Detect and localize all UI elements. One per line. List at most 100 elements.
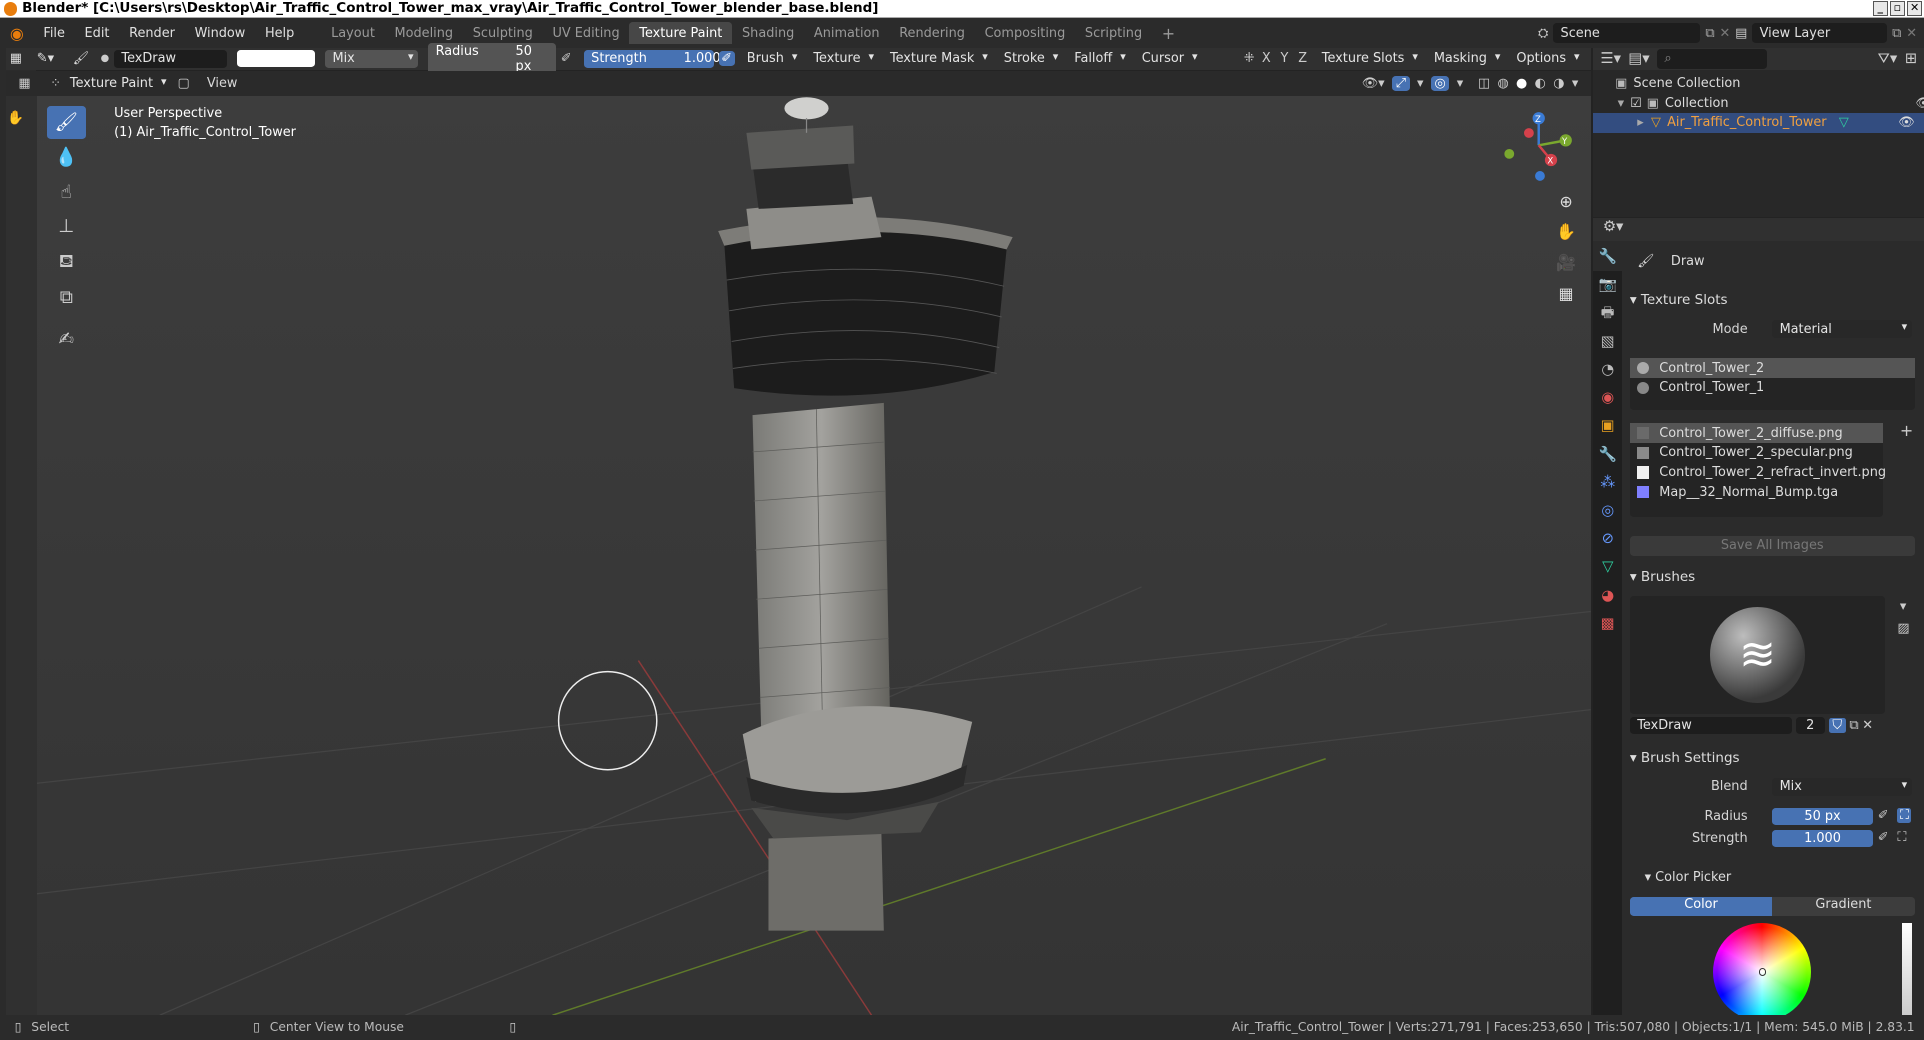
menu-stroke[interactable]: Stroke [996,50,1062,67]
view-navigate-icon[interactable]: ✋ [7,110,24,126]
3d-viewport[interactable] [36,95,1591,1015]
menu-texture[interactable]: Texture [806,50,878,67]
mirror-y-button[interactable]: Y [1278,51,1291,66]
color-wheel[interactable] [1713,922,1812,1022]
overlay-dropdown-icon[interactable]: ▾ [1457,76,1463,91]
outliner-row-collection[interactable]: ▾ ☑ ▣ Collection 👁 [1618,93,1924,113]
add-texture-slot-button[interactable]: + [1900,421,1913,440]
menu-masking[interactable]: Masking [1426,50,1504,67]
maximize-button[interactable]: ▫ [1890,1,1905,16]
brush-preview[interactable]: ≋ [1629,596,1886,715]
unlink-brush-icon[interactable]: ✕ [1862,718,1873,733]
brush-image-icon[interactable]: ▨ [1897,621,1909,636]
tab-shading[interactable]: Shading [732,22,804,44]
mirror-x-button[interactable]: X [1259,51,1273,66]
menu-file[interactable]: File [34,26,75,41]
outliner-row-object[interactable]: ▸ ▽ Air_Traffic_Control_Tower ▽ 👁 [1593,112,1924,133]
gizmo-icon[interactable]: ⤢ [1391,75,1410,91]
menu-render[interactable]: Render [119,26,184,41]
modifiers-tab-icon[interactable]: 🔧 [1593,441,1622,469]
image-slot-item[interactable]: Map__32_Normal_Bump.tga [1630,482,1883,502]
tab-texture-paint[interactable]: Texture Paint [629,21,733,45]
tool-tab-icon[interactable]: 🔧 [1593,242,1623,272]
menu-brush[interactable]: Brush [739,50,801,67]
tab-uv-editing[interactable]: UV Editing [543,22,630,44]
color-picker-section-header[interactable]: ▾ Color Picker [1645,870,1924,885]
collection-checkbox[interactable]: ☑ [1630,96,1642,111]
close-button[interactable]: ✕ [1907,1,1922,16]
tab-modeling[interactable]: Modeling [385,22,463,44]
expand-arrow-icon[interactable]: ▸ [1637,115,1643,130]
view-layer-field[interactable]: View Layer [1752,23,1888,44]
image-slot-item[interactable]: Control_Tower_2_refract_invert.png [1630,463,1886,483]
perspective-toggle-icon[interactable]: ▦ [1553,280,1580,307]
image-slot-item[interactable]: Control_Tower_2_specular.png [1630,443,1883,463]
new-view-layer-icon[interactable]: ⧉ [1892,26,1901,41]
new-collection-icon[interactable]: ⊞ [1905,50,1917,67]
brushes-section-header[interactable]: ▾ Brushes [1630,569,1920,585]
new-scene-icon[interactable]: ⧉ [1705,26,1714,41]
soften-tool-icon[interactable]: 💧 [47,141,86,174]
mirror-z-button[interactable]: Z [1296,51,1310,66]
editor-type-icon[interactable]: ▦ [10,51,32,66]
brush-users-count[interactable]: 2 [1795,716,1825,735]
strength-slider[interactable]: Strength 1.000 [583,50,721,68]
color-swatch[interactable] [236,50,316,68]
value-slider[interactable] [1902,922,1913,1017]
expand-arrow-icon[interactable]: ▾ [1618,96,1624,111]
radius-slider[interactable]: 50 px [1772,807,1873,825]
menu-view[interactable]: View [197,76,247,91]
blend-dropdown[interactable]: Mix [1772,778,1913,796]
material-slot-item[interactable]: Control_Tower_1 [1630,378,1915,398]
brush-icon[interactable]: 🖌 [66,51,95,66]
blend-dropdown[interactable]: Mix [325,50,419,68]
brush-name-field[interactable]: TexDraw [114,50,227,68]
mask-tool-icon[interactable]: ⧉ [47,281,86,314]
camera-view-icon[interactable]: 🎥 [1553,249,1580,276]
display-mode-icon[interactable]: ▤▾ [1628,50,1649,67]
output-tab-icon[interactable]: 🖶 [1593,299,1622,327]
filter-icon[interactable]: ⛛▾ [1878,50,1898,67]
object-tab-icon[interactable]: ▣ [1593,412,1622,440]
menu-options[interactable]: Options [1509,50,1583,67]
outliner-row-scene-collection[interactable]: ▣ Scene Collection [1615,74,1924,94]
outliner-editor-icon[interactable]: ☰▾ [1600,50,1621,67]
color-wheel-cursor[interactable] [1758,968,1767,976]
wireframe-shading-icon[interactable]: ◍ [1497,76,1508,91]
particles-tab-icon[interactable]: ⁂ [1593,469,1622,497]
clone-tool-icon[interactable]: ⊥ [47,210,86,243]
object-visibility-icon[interactable]: 👁 [1898,115,1914,130]
mode-dropdown[interactable]: Material [1772,320,1913,338]
overlay-icon[interactable]: ◎ [1430,75,1450,91]
annotate-tool-icon[interactable]: ✍ [47,323,86,356]
texture-tab-icon[interactable]: ▩ [1593,610,1622,638]
strength-unit-icon[interactable]: ⛶ [1897,830,1906,845]
strength-pressure-icon[interactable]: ✐ [1878,830,1889,845]
add-workspace-button[interactable]: + [1152,20,1185,46]
properties-editor-icon[interactable]: ⚙▾ [1603,218,1624,235]
tab-compositing[interactable]: Compositing [975,22,1075,44]
solid-shading-icon[interactable]: ● [1516,76,1527,91]
brush-settings-section-header[interactable]: ▾ Brush Settings [1630,750,1920,766]
navigation-gizmo[interactable]: Z Y X [1497,106,1583,192]
tab-color[interactable]: Color [1629,897,1773,916]
menu-edit[interactable]: Edit [75,26,120,41]
rendered-shading-icon[interactable]: ◑ [1553,76,1564,91]
material-tab-icon[interactable]: ◕ [1593,582,1622,610]
scene-field[interactable]: Scene [1553,23,1701,44]
delete-scene-icon[interactable]: ✕ [1719,26,1730,41]
delete-view-layer-icon[interactable]: ✕ [1906,26,1917,41]
menu-falloff[interactable]: Falloff [1067,50,1130,67]
tab-rendering[interactable]: Rendering [889,22,974,44]
mask-toggle-icon[interactable]: ▢ [178,76,190,91]
shading-dropdown-icon[interactable]: ▾ [1572,76,1578,91]
xray-icon[interactable]: ◫ [1478,76,1490,91]
tab-layout[interactable]: Layout [321,22,384,44]
menu-texture-mask[interactable]: Texture Mask [883,50,992,67]
blender-menu-icon[interactable]: ◉ [0,24,34,43]
scene-tab-icon[interactable]: ◔ [1593,356,1622,384]
brush-name-field[interactable]: TexDraw [1629,716,1792,735]
data-tab-icon[interactable]: ▽ [1593,553,1622,581]
zoom-icon[interactable]: ⊕ [1553,188,1580,215]
strength-slider[interactable]: 1.000 [1772,829,1873,848]
